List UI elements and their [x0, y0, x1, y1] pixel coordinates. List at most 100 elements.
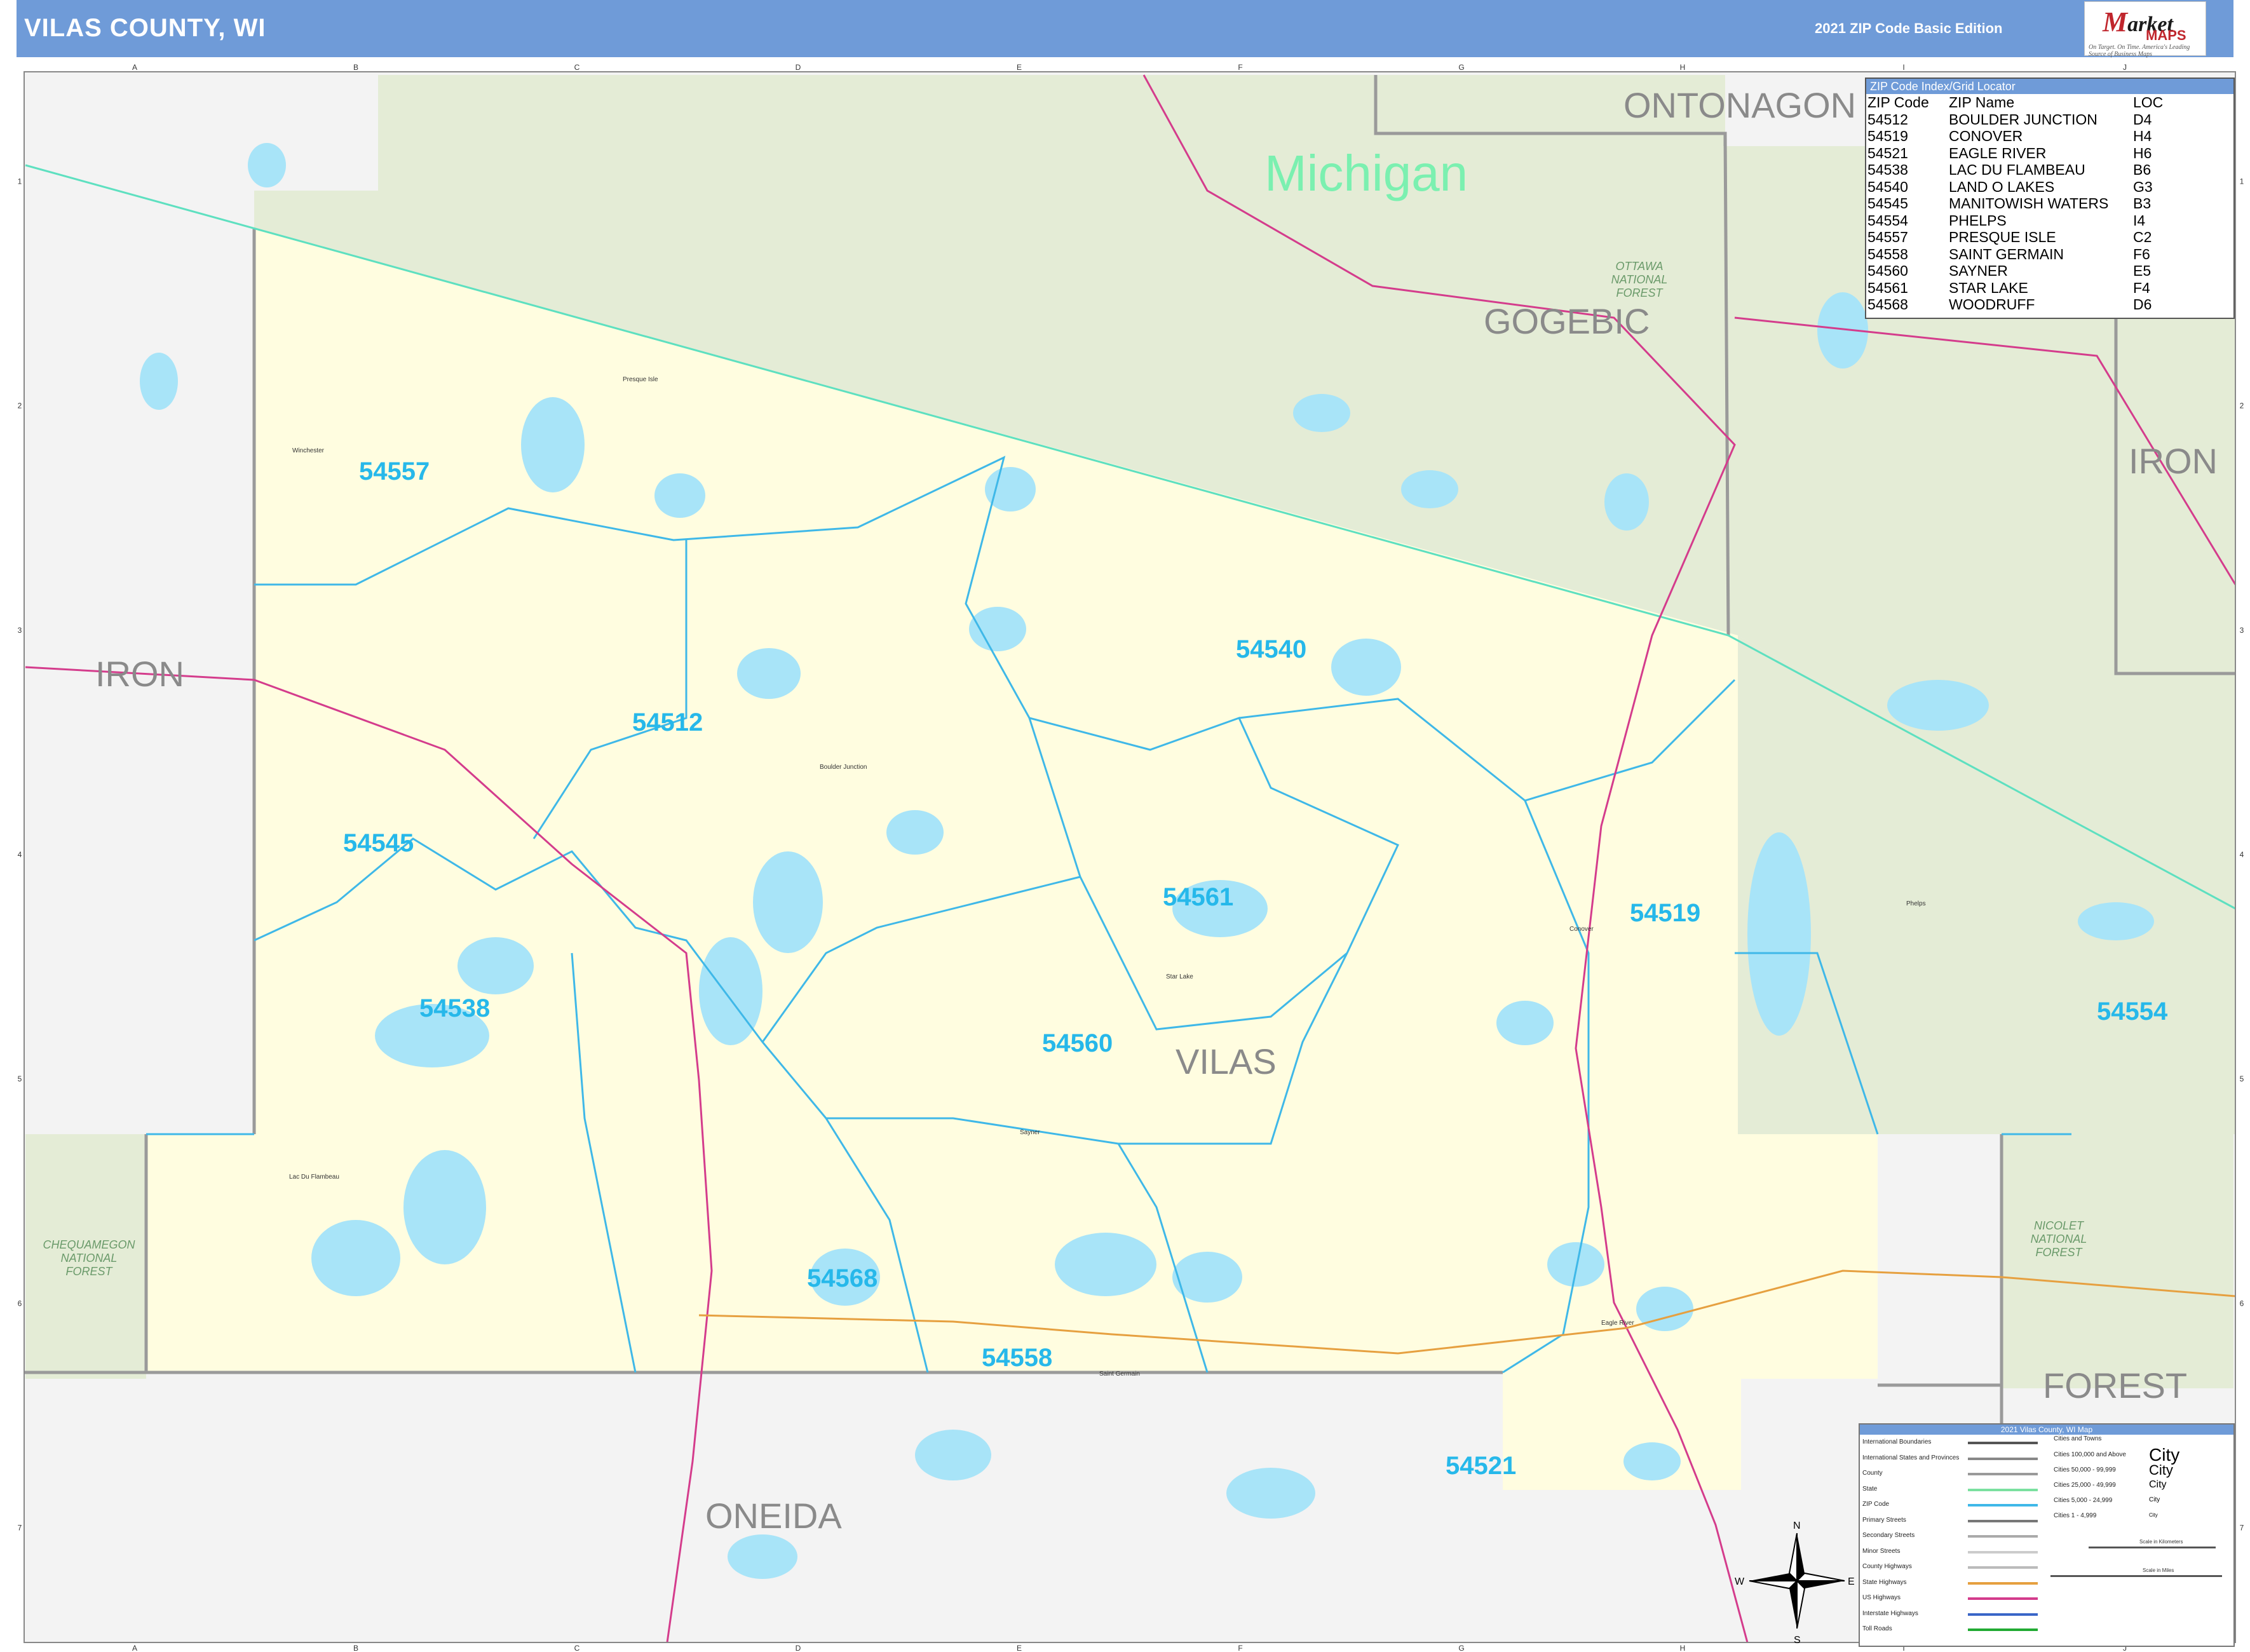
forest-label-line: OTTAWA — [1615, 260, 1663, 273]
zip-label-54545: 54545 — [343, 829, 414, 857]
zip-index-zip: 54558 — [1867, 245, 1908, 262]
grid-letter: C — [574, 63, 580, 72]
grid-letter: B — [353, 63, 358, 72]
zip-label-54568: 54568 — [807, 1264, 878, 1292]
forest-label-nicolet: NICOLET NATIONAL FOREST — [2031, 1219, 2087, 1259]
forest-label-ottawa: OTTAWA NATIONAL FOREST — [1611, 260, 1668, 299]
legend-item-label: US Highways — [1862, 1594, 1901, 1601]
grid-letter: B — [353, 1644, 358, 1652]
forest-label-line: NATIONAL — [2031, 1233, 2087, 1245]
header-bar: VILAS COUNTY, WI 2021 ZIP Code Basic Edi… — [17, 0, 2233, 58]
legend-item-swatch — [1968, 1504, 2038, 1506]
legend-item-swatch — [1968, 1613, 2038, 1616]
town-sayner: Sayner — [1020, 1129, 1040, 1136]
zip-index-loc: F4 — [2133, 279, 2150, 296]
legend-item-swatch — [1968, 1597, 2038, 1600]
zip-index-row: 54545 MANITOWISH WATERS B3 — [1867, 195, 2190, 212]
legend-item-swatch — [1968, 1581, 2038, 1585]
legend-city-label: Cities 25,000 - 49,999 — [2054, 1482, 2116, 1489]
forest-label-line: CHEQUAMEGON — [43, 1238, 135, 1251]
town-phelps: Phelps — [1906, 900, 1926, 907]
edition-label: 2021 ZIP Code Basic Edition — [1815, 20, 2003, 36]
forest-label-line: NATIONAL — [1611, 273, 1668, 286]
zip-index-name: LAND O LAKES — [1949, 178, 2055, 195]
zip-index-loc: F6 — [2133, 245, 2150, 262]
logo-m: M — [2103, 6, 2128, 37]
zip-index-name: MANITOWISH WATERS — [1949, 195, 2109, 212]
scale-mi-bar — [2050, 1575, 2222, 1577]
grid-letter: E — [1017, 63, 1022, 72]
town-presque-isle: Presque Isle — [623, 376, 658, 383]
legend-item-label: Primary Streets — [1862, 1516, 1906, 1524]
logo-maps: MAPS — [2146, 27, 2186, 43]
compass-s: S — [1794, 1635, 1801, 1646]
zip-index-loc: I4 — [2133, 212, 2146, 229]
legend-item-label: International States and Provinces — [1862, 1454, 1960, 1461]
zip-index-name: SAYNER — [1949, 262, 2008, 279]
grid-letter: E — [1017, 1644, 1022, 1652]
grid-number: 3 — [18, 626, 22, 635]
town-conover: Conover — [1569, 926, 1594, 933]
grid-numbers-right: 1 2 3 4 5 6 7 — [2240, 177, 2244, 1533]
zip-index-zip: 54554 — [1867, 212, 1908, 229]
county-label-forest: FOREST — [2043, 1365, 2187, 1405]
zip-index-loc: B3 — [2133, 195, 2152, 212]
zip-index-zip: 54519 — [1867, 128, 1908, 144]
legend-item-swatch — [1968, 1473, 2038, 1475]
legend-item-label: Interstate Highways — [1862, 1609, 1918, 1617]
zip-index-name: CONOVER — [1949, 128, 2023, 144]
grid-number: 5 — [2240, 1074, 2244, 1083]
zip-index-loc: D6 — [2133, 296, 2152, 313]
legend-item-label: County — [1862, 1470, 1883, 1477]
zip-index-name: SAINT GERMAIN — [1949, 245, 2064, 262]
zip-index-name: BOULDER JUNCTION — [1949, 111, 2098, 128]
nicolet-forest-area — [2002, 1134, 2233, 1388]
forest-label-line: FOREST — [1616, 287, 1664, 299]
zip-index-row: 54519 CONOVER H4 — [1867, 128, 2190, 145]
zip-index-table: ZIP Code ZIP Name LOC 54512 BOULDER JUNCT… — [1867, 94, 2190, 313]
town-eagle-river: Eagle River — [1601, 1320, 1634, 1327]
legend-city-label: Cities 1 - 4,999 — [2054, 1512, 2097, 1519]
zip-index-loc: C2 — [2133, 229, 2152, 245]
zip-index-header-loc: LOC — [2133, 94, 2164, 111]
grid-number: 6 — [2240, 1299, 2244, 1308]
zip-index-body: 54512 BOULDER JUNCTION D4 54519 CONOVER H4 545… — [1867, 111, 2190, 313]
grid-number: 4 — [18, 850, 22, 859]
grid-letter: G — [1458, 63, 1464, 72]
county-label-ontonagon: ONTONAGON — [1623, 85, 1856, 125]
grid-number: 4 — [2240, 850, 2244, 859]
zip-index-zip: 54560 — [1867, 262, 1908, 279]
page-title: VILAS COUNTY, WI — [24, 14, 266, 42]
map-legend: 2021 Vilas County, WI Map International … — [1859, 1423, 2235, 1647]
county-label-gogebic: GOGEBIC — [1484, 301, 1650, 341]
legend-item-swatch — [1968, 1566, 2038, 1569]
forest-label-line: NICOLET — [2034, 1219, 2085, 1232]
compass-w: W — [1735, 1576, 1745, 1587]
zip-label-54540: 54540 — [1236, 635, 1306, 663]
grid-letters-top: A B C D E F G H I J — [132, 63, 2127, 72]
zip-index-zip: 54557 — [1867, 229, 1908, 245]
legend-city-sample: City — [2149, 1512, 2158, 1518]
legend-item-swatch — [1968, 1550, 2038, 1554]
zip-index-loc: H6 — [2133, 144, 2152, 161]
zip-label-54519: 54519 — [1630, 899, 1700, 927]
zip-index-row: 54560 SAYNER E5 — [1867, 262, 2190, 280]
zip-label-54512: 54512 — [632, 708, 703, 736]
scale-km-label: Scale in Kilometers — [2139, 1539, 2183, 1545]
zip-label-54561: 54561 — [1163, 883, 1233, 911]
legend-item-label: Secondary Streets — [1862, 1532, 1915, 1539]
zip-label-54558: 54558 — [982, 1344, 1052, 1372]
zip-index-row: 54521 EAGLE RIVER H6 — [1867, 145, 2190, 162]
forest-label-line: FOREST — [2035, 1246, 2083, 1259]
county-label-iron-mi: IRON — [2129, 441, 2218, 481]
grid-number: 6 — [18, 1299, 22, 1308]
county-label-vilas: VILAS — [1176, 1041, 1277, 1081]
legend-city-sample: City — [2149, 1462, 2173, 1478]
grid-letter: D — [796, 63, 801, 72]
legend-item-label: County Highways — [1862, 1563, 1912, 1570]
legend-cities-title: Cities and Towns — [2054, 1435, 2102, 1442]
zip-label-54538: 54538 — [419, 994, 490, 1022]
zip-index-row: 54538 LAC DU FLAMBEAU B6 — [1867, 161, 2190, 179]
zip-label-54557: 54557 — [359, 457, 430, 485]
grid-letter: A — [132, 1644, 137, 1652]
